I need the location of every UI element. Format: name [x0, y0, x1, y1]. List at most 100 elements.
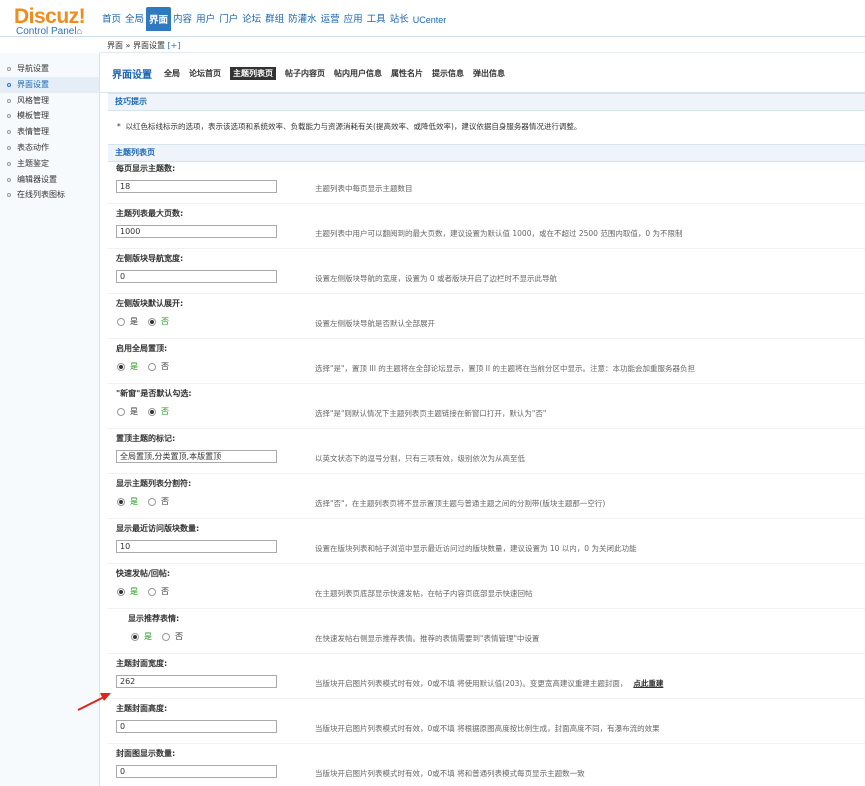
setting-description-text: 选择"是"则默认情况下主题列表页主题链接在新窗口打开，默认为"否"	[315, 409, 547, 418]
sidebar-item[interactable]: 主题鉴定	[0, 156, 99, 172]
sidebar-item[interactable]: 导航设置	[0, 61, 99, 77]
radio-yes[interactable]: 是	[117, 316, 138, 327]
radio-label: 是	[130, 407, 138, 416]
radio-circle-icon[interactable]	[117, 587, 125, 596]
setting-description: 选择"否"，在主题列表页将不显示置顶主题与普通主题之间的分割带(版块主题那一空行…	[315, 498, 605, 509]
rebuild-cover-link[interactable]: 点此重建	[633, 679, 663, 688]
logo: Discuz!	[14, 5, 86, 28]
sub-tab[interactable]: 弹出信息	[473, 67, 505, 80]
radio-no[interactable]: 否	[148, 316, 169, 327]
setting-input[interactable]: 0	[116, 765, 277, 778]
radio-circle-icon[interactable]	[117, 362, 125, 371]
radio-circle-icon[interactable]	[117, 317, 125, 326]
topnav-item[interactable]: 首页	[100, 11, 123, 31]
home-icon[interactable]: ⌂	[77, 26, 82, 36]
tips-body: * 以红色标线标示的选项，表示该选项和系统效率、负载能力与资源消耗有关(提高效率…	[108, 116, 865, 138]
radio-yes[interactable]: 是	[117, 586, 138, 597]
setting-row: 主题列表最大页数: 1000 主题列表中用户可以翻阅到的最大页数，建议设置为默认值 …	[108, 204, 865, 249]
setting-input[interactable]: 全局置顶,分类置顶,本版置顶	[116, 450, 277, 463]
setting-description: 设置左侧版块导航是否默认全部展开	[315, 318, 435, 329]
radio-yes[interactable]: 是	[117, 406, 138, 417]
setting-input[interactable]: 262	[116, 675, 277, 688]
radio-no[interactable]: 否	[148, 406, 169, 417]
topnav-item[interactable]: 群组	[263, 11, 286, 31]
topnav-item[interactable]: 防灌水	[286, 11, 319, 31]
sidebar-item[interactable]: 界面设置	[0, 76, 99, 93]
radio-circle-icon[interactable]	[148, 362, 156, 371]
topnav-item[interactable]: 用户	[194, 11, 217, 31]
radio-label: 是	[130, 362, 138, 371]
topnav-item[interactable]: 站长	[388, 11, 411, 31]
setting-description-text: 设置左侧版块导航的宽度，设置为 0 或者版块开启了边栏时不显示此导航	[315, 274, 558, 283]
radio-circle-icon[interactable]	[148, 407, 156, 416]
sidebar-item[interactable]: 表情管理	[0, 124, 99, 140]
bullet-icon	[7, 161, 11, 166]
sub-tabs: 全局 论坛首页 主题列表页 帖子内容页 帖内用户信息 属性名片 提示信息 弹出信息	[164, 67, 514, 80]
topnav-item[interactable]: 界面	[146, 7, 172, 31]
radio-no[interactable]: 否	[162, 631, 183, 642]
setting-row: 主题封面宽度: 262 当版块开启图片列表模式时有效，0或不填 将使用默认值(203…	[108, 654, 865, 699]
sub-tab[interactable]: 主题列表页	[230, 67, 276, 80]
radio-circle-icon[interactable]	[117, 407, 125, 416]
radio-yes[interactable]: 是	[131, 631, 152, 642]
radio-no[interactable]: 否	[148, 496, 169, 507]
sidebar-item[interactable]: 模板管理	[0, 108, 99, 124]
setting-label: 封面图显示数量:	[116, 749, 176, 758]
topnav-item[interactable]: 论坛	[240, 11, 263, 31]
topnav-item[interactable]: 门户	[217, 11, 240, 31]
radio-no[interactable]: 否	[148, 361, 169, 372]
setting-row: "新窗"是否默认勾选: 是否选择"是"则默认情况下主题列表页主题链接在新窗口打开，…	[108, 384, 865, 429]
sidebar-item[interactable]: 编辑器设置	[0, 172, 99, 188]
setting-description: 在主题列表页底部显示快速发帖，在帖子内容页底部显示快速回帖	[315, 588, 533, 599]
radio-yes[interactable]: 是	[117, 361, 138, 372]
sidebar-item[interactable]: 风格管理	[0, 93, 99, 109]
topnav-item[interactable]: 内容	[171, 11, 194, 31]
setting-description: 当版块开启图片列表模式时有效，0或不填 将和普通列表模式每页显示主题数一致	[315, 768, 585, 779]
add-favorite-link[interactable]: [+]	[168, 41, 181, 50]
radio-circle-icon[interactable]	[148, 317, 156, 326]
setting-description-text: 选择"是"，置顶 III 的主题将在全部论坛显示，置顶 II 的主题将在当前分区…	[315, 364, 695, 373]
sub-tab[interactable]: 论坛首页	[189, 67, 221, 80]
setting-description-text: 当版块开启图片列表模式时有效，0或不填 将根据原图高度按比例生成，封面高度不同，…	[315, 724, 660, 733]
tips-text: 以红色标线标示的选项，表示该选项和系统效率、负载能力与资源消耗有关(提高效率、或…	[125, 122, 582, 131]
sidebar-item[interactable]: 在线列表图标	[0, 187, 99, 203]
radio-circle-icon[interactable]	[148, 587, 156, 596]
setting-input[interactable]: 10	[116, 540, 277, 553]
topnav-item[interactable]: 全局	[123, 11, 146, 31]
radio-circle-icon[interactable]	[162, 632, 170, 641]
radio-label: 否	[175, 632, 183, 641]
setting-label: 显示主题列表分割符:	[116, 479, 192, 488]
radio-no[interactable]: 否	[148, 586, 169, 597]
radio-group: 是否	[117, 316, 179, 327]
sub-tab[interactable]: 帖子内容页	[285, 67, 325, 80]
setting-label: 显示推荐表情:	[128, 614, 180, 623]
setting-input[interactable]: 0	[116, 720, 277, 733]
radio-circle-icon[interactable]	[148, 497, 156, 506]
setting-input[interactable]: 0	[116, 270, 277, 283]
topnav-item[interactable]: 应用	[342, 11, 365, 31]
sub-tab[interactable]: 帖内用户信息	[334, 67, 382, 80]
setting-label: 启用全局置顶:	[116, 344, 168, 353]
sub-tab[interactable]: 属性名片	[391, 67, 423, 80]
setting-description-text: 选择"否"，在主题列表页将不显示置顶主题与普通主题之间的分割带(版块主题那一空行…	[315, 499, 606, 508]
radio-label: 是	[130, 317, 138, 326]
setting-label: 每页显示主题数:	[116, 164, 176, 173]
top-nav: 首页 全局 界面 内容 用户 门户 论坛 群组 防灌水 运营 应用 工具 站长 UCenter	[100, 7, 448, 31]
setting-description-text: 在快速发帖右侧显示推荐表情。推荐的表情需要到"表情管理"中设置	[315, 634, 540, 643]
topnav-item[interactable]: 工具	[365, 11, 388, 31]
topnav-item[interactable]: UCenter	[411, 11, 449, 31]
radio-circle-icon[interactable]	[117, 497, 125, 506]
setting-row: 置顶主题的标记: 全局置顶,分类置顶,本版置顶 以英文状态下的逗号分割，只有三项有效…	[108, 429, 865, 474]
radio-circle-icon[interactable]	[131, 632, 139, 641]
topnav-item[interactable]: 运营	[319, 11, 342, 31]
setting-input[interactable]: 18	[116, 180, 277, 193]
radio-yes[interactable]: 是	[117, 496, 138, 507]
sub-tab[interactable]: 全局	[164, 67, 180, 80]
setting-description-text: 主题列表中用户可以翻阅到的最大页数，建议设置为默认值 1000，或在不超过 25…	[315, 229, 683, 238]
setting-input[interactable]: 1000	[116, 225, 277, 238]
setting-label: 左侧版块导航宽度:	[116, 254, 184, 263]
sub-tab[interactable]: 提示信息	[432, 67, 464, 80]
sidebar-item[interactable]: 表态动作	[0, 140, 99, 156]
setting-row: 左侧版块导航宽度: 0 设置左侧版块导航的宽度，设置为 0 或者版块开启了边栏时不显…	[108, 249, 865, 294]
setting-row: 主题封面高度: 0 当版块开启图片列表模式时有效，0或不填 将根据原图高度按比例生成…	[108, 699, 865, 744]
